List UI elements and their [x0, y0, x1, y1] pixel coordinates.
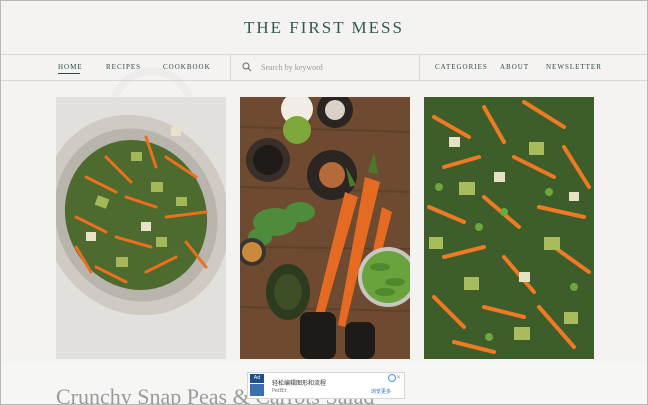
recipe-photo-salad-closeup[interactable] — [424, 97, 594, 359]
browser-viewport: THE FIRST MESS HOME RECIPES COOKBOOK CAT… — [0, 0, 648, 405]
nav-item-about[interactable]: ABOUT — [500, 63, 529, 71]
ad-headline: 轻松编辑图形和流程 — [272, 380, 327, 387]
nav-item-newsletter[interactable]: NEWSLETTER — [546, 63, 602, 71]
nav-divider — [230, 55, 231, 80]
search-input[interactable] — [261, 60, 411, 74]
advertisement[interactable]: Ad 轻松编辑图形和流程 PetBit 浏览更多 ✕ — [247, 372, 405, 399]
nav-item-home[interactable]: HOME — [58, 63, 83, 71]
close-icon[interactable]: ✕ — [396, 374, 401, 381]
ad-badge: Ad — [250, 374, 264, 383]
salad-closeup-image — [424, 97, 594, 359]
header: THE FIRST MESS — [1, 1, 647, 55]
salad-plate-image — [56, 97, 226, 359]
nav-divider — [419, 55, 420, 80]
search-icon[interactable] — [242, 62, 252, 72]
nav-item-categories[interactable]: CATEGORIES — [435, 63, 488, 71]
main-nav: HOME RECIPES COOKBOOK CATEGORIES ABOUT N… — [1, 54, 647, 81]
recipe-photo-salad-plate[interactable] — [56, 97, 226, 359]
ad-info-icon[interactable] — [388, 374, 396, 382]
ad-cta-link[interactable]: 浏览更多 — [371, 388, 391, 395]
ad-advertiser: PetBit — [272, 388, 287, 394]
recipe-photo-ingredients[interactable] — [240, 97, 410, 359]
ad-thumbnail — [250, 384, 264, 396]
nav-item-cookbook[interactable]: COOKBOOK — [163, 63, 211, 71]
site-logo[interactable]: THE FIRST MESS — [1, 18, 647, 38]
active-nav-underline — [58, 73, 80, 74]
ingredients-image — [240, 97, 410, 359]
